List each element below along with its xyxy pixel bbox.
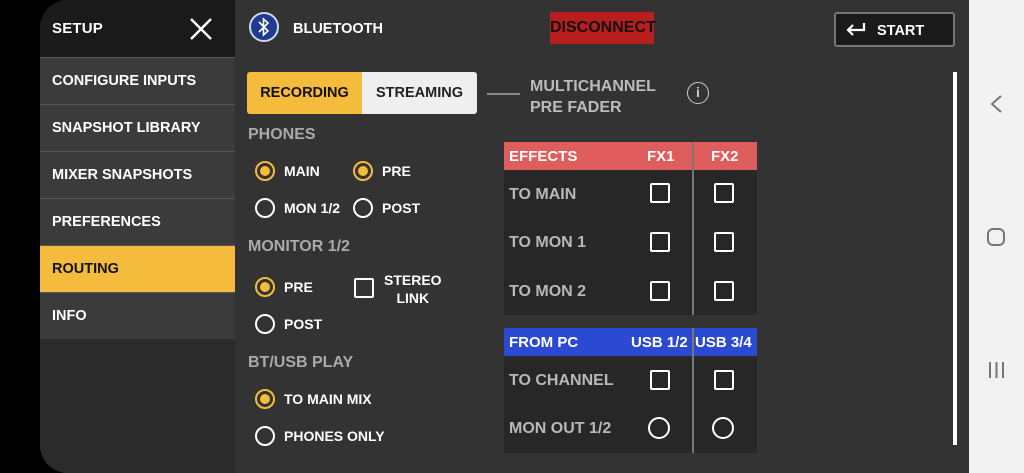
effects-row-label: TO MON 2 <box>509 283 587 300</box>
effects-col-fx1: FX1 <box>647 148 675 165</box>
monitor-pre-label: PRE <box>284 279 313 295</box>
recents-icon[interactable] <box>969 359 1024 381</box>
btusb-title: BT/USB PLAY <box>248 354 354 371</box>
btusb-main-mix-radio[interactable] <box>255 389 275 409</box>
sidebar-item-configure-inputs[interactable]: CONFIGURE INPUTS <box>40 57 235 104</box>
sidebar-item-info[interactable]: INFO <box>40 292 235 339</box>
monitor-post-radio[interactable] <box>255 314 275 334</box>
monitor-pre-radio[interactable] <box>255 277 275 297</box>
back-icon[interactable] <box>969 93 1024 115</box>
phones-post-radio[interactable] <box>353 198 373 218</box>
recording-tab[interactable]: RECORDING <box>247 72 362 114</box>
effects-col-fx2: FX2 <box>711 148 739 165</box>
phones-post-label: POST <box>382 200 421 216</box>
start-label: START <box>877 23 925 39</box>
mon-out-usb34-radio[interactable] <box>712 417 734 439</box>
stereo-link-line1: STEREO <box>384 272 442 288</box>
mon-out-usb12-radio[interactable] <box>648 417 670 439</box>
home-icon[interactable] <box>969 226 1024 248</box>
app-screen: SETUP CONFIGURE INPUTS SNAPSHOT LIBRARY … <box>40 0 969 473</box>
bluetooth-button[interactable] <box>249 12 279 42</box>
to-main-fx1-checkbox[interactable] <box>650 183 670 203</box>
to-channel-usb12-checkbox[interactable] <box>650 370 670 390</box>
to-mon2-fx2-checkbox[interactable] <box>714 281 734 301</box>
monitor-title: MONITOR 1/2 <box>248 238 350 255</box>
setup-sidebar: SETUP CONFIGURE INPUTS SNAPSHOT LIBRARY … <box>40 0 235 473</box>
stereo-link-line2: LINK <box>396 290 430 306</box>
streaming-tab[interactable]: STREAMING <box>362 72 477 114</box>
multichannel-label: MULTICHANNEL PRE FADER <box>530 76 670 118</box>
to-mon2-fx1-checkbox[interactable] <box>650 281 670 301</box>
effects-row-label: TO MON 1 <box>509 234 587 251</box>
from-pc-divider <box>692 328 694 453</box>
to-channel-usb34-checkbox[interactable] <box>714 370 734 390</box>
phones-pre-radio[interactable] <box>353 161 373 181</box>
from-pc-col-usb12: USB 1/2 <box>631 334 688 351</box>
effects-header: EFFECTS FX1 FX2 <box>504 142 757 170</box>
stereo-link-checkbox[interactable] <box>354 278 374 298</box>
sidebar-item-label: SNAPSHOT LIBRARY <box>52 120 201 136</box>
monitor-post-label: POST <box>284 316 323 332</box>
phones-mon-radio[interactable] <box>255 198 275 218</box>
multichannel-line1: MULTICHANNEL <box>530 78 656 95</box>
multichannel-line2: PRE FADER <box>530 99 622 116</box>
return-arrow-icon <box>846 23 866 36</box>
phones-main-radio[interactable] <box>255 161 275 181</box>
to-mon1-fx2-checkbox[interactable] <box>714 232 734 252</box>
sidebar-item-label: MIXER SNAPSHOTS <box>52 167 193 183</box>
btusb-phones-only-radio[interactable] <box>255 426 275 446</box>
from-pc-col-usb34: USB 3/4 <box>695 334 752 351</box>
start-button[interactable]: START <box>834 12 955 47</box>
from-pc-row-label: TO CHANNEL <box>509 372 614 389</box>
sidebar-item-label: PREFERENCES <box>52 214 161 230</box>
from-pc-title: FROM PC <box>509 334 579 351</box>
sidebar-title: SETUP <box>52 20 104 37</box>
bluetooth-label: BLUETOOTH <box>293 21 383 37</box>
divider <box>487 93 520 95</box>
sidebar-item-label: INFO <box>52 308 87 324</box>
sidebar-item-preferences[interactable]: PREFERENCES <box>40 198 235 245</box>
to-main-fx2-checkbox[interactable] <box>714 183 734 203</box>
disconnect-button[interactable]: DISCONNECT <box>550 12 656 44</box>
bluetooth-icon <box>258 17 270 37</box>
phones-title: PHONES <box>248 126 316 143</box>
sidebar-item-snapshot-library[interactable]: SNAPSHOT LIBRARY <box>40 104 235 151</box>
from-pc-row-label: MON OUT 1/2 <box>509 420 612 437</box>
sidebar-header: SETUP <box>40 0 235 57</box>
btusb-phones-only-label: PHONES ONLY <box>284 428 385 444</box>
phones-pre-label: PRE <box>382 163 411 179</box>
scrollbar[interactable] <box>953 72 957 445</box>
effects-title: EFFECTS <box>509 148 578 165</box>
effects-row-label: TO MAIN <box>509 186 577 203</box>
btusb-main-mix-label: TO MAIN MIX <box>284 391 372 407</box>
sidebar-item-mixer-snapshots[interactable]: MIXER SNAPSHOTS <box>40 151 235 198</box>
phones-mon-label: MON 1/2 <box>284 200 341 216</box>
info-icon[interactable]: i <box>687 82 709 104</box>
stereo-link-label: STEREO LINK <box>384 271 442 307</box>
close-icon[interactable] <box>188 16 214 42</box>
system-nav-bar <box>969 0 1024 473</box>
to-mon1-fx1-checkbox[interactable] <box>650 232 670 252</box>
sidebar-item-routing[interactable]: ROUTING <box>40 245 235 292</box>
from-pc-header: FROM PC USB 1/2 USB 3/4 <box>504 328 757 356</box>
phones-main-label: MAIN <box>284 163 320 179</box>
sidebar-item-label: CONFIGURE INPUTS <box>52 73 197 89</box>
sidebar-item-label: ROUTING <box>52 261 119 277</box>
effects-divider <box>692 142 694 315</box>
